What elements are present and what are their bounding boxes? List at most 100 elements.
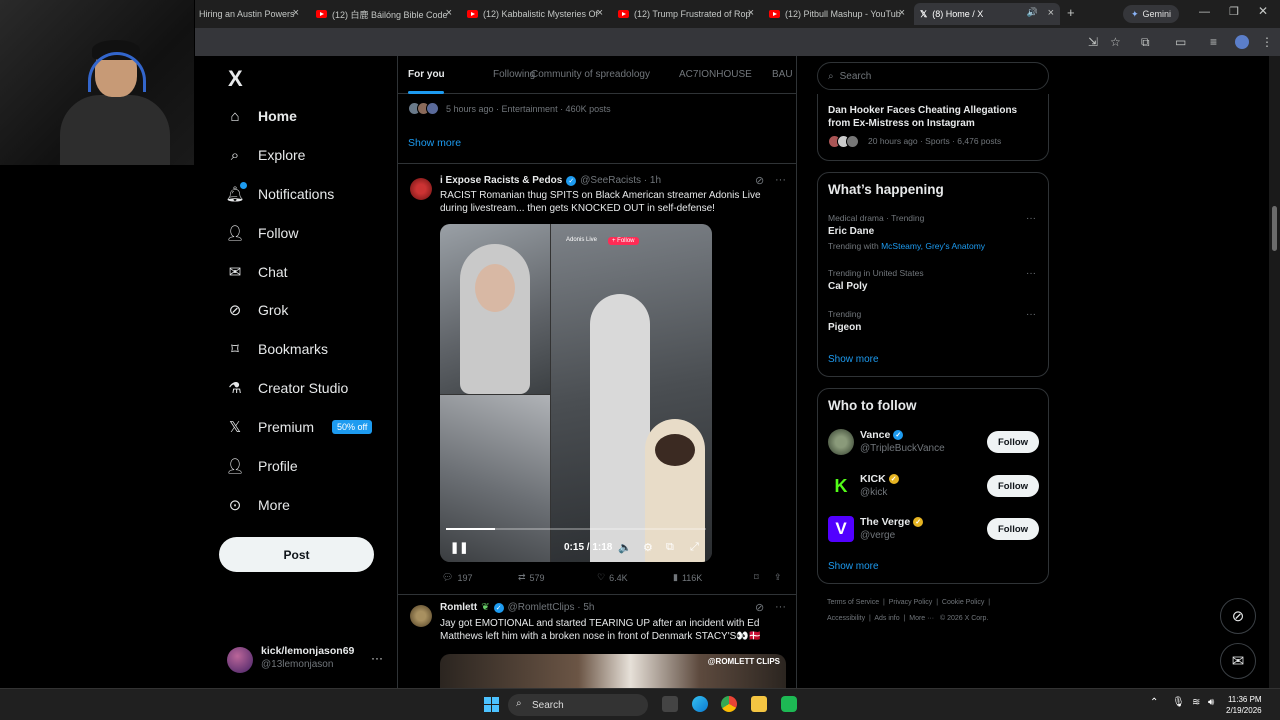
more-icon[interactable]: ··· (775, 174, 786, 186)
file-explorer-icon[interactable] (751, 696, 767, 712)
nav-item-chat[interactable]: ✉ Chat (226, 260, 288, 284)
trend-name[interactable]: Cal Poly (828, 281, 867, 292)
account-name[interactable]: The Verge ✓ (860, 516, 924, 528)
tweet-video[interactable]: Adonis Live + Follow ❚❚ 0:15 / 1:18 🔈 ⚙ … (440, 224, 712, 562)
nav-item-premium[interactable]: 𝕏 Premium 50% off (226, 415, 373, 439)
scrollbar-thumb[interactable] (1272, 206, 1277, 251)
footer-link[interactable]: Privacy Policy (889, 599, 933, 606)
like-button[interactable]: ♡ 6.4K (597, 572, 628, 583)
grok-fab-icon[interactable]: ⊘ (1220, 598, 1256, 634)
menu-icon[interactable]: ⋮ (1261, 35, 1273, 49)
tweet-author[interactable]: Romlett (440, 602, 477, 613)
nav-item-grok[interactable]: ⊘ Grok (226, 298, 289, 322)
install-icon[interactable]: ⇲ (1088, 35, 1098, 49)
volume-icon[interactable]: 🔊︎ (1208, 697, 1214, 708)
nav-item-follow[interactable]: 👤︎ Follow (225, 221, 298, 245)
more-icon[interactable]: ··· (1026, 309, 1036, 320)
trend-card[interactable]: Dan Hooker Faces Cheating Allegations fr… (817, 94, 1049, 161)
chrome-icon[interactable] (721, 696, 737, 712)
pip-icon[interactable]: ⧉ (666, 541, 674, 554)
nav-item-notifications[interactable]: 🔔︎ Notifications (225, 182, 334, 206)
tray-chevron-icon[interactable]: ⌃ (1150, 697, 1158, 708)
nav-item-bookmarks[interactable]: ⌑ Bookmarks (226, 337, 328, 361)
share-icon[interactable]: ⇪ (774, 572, 782, 583)
post-button[interactable]: Post (219, 537, 374, 572)
taskbar-clock[interactable]: 11:36 PM 2/19/2026 (1226, 694, 1262, 716)
volume-icon[interactable]: 🔈 (618, 541, 632, 554)
gemini-button[interactable]: ✦ Gemini (1123, 5, 1180, 23)
media-icon[interactable]: ≡ (1210, 35, 1217, 49)
tab-ac7ionhouse[interactable]: AC7IONHOUSE (679, 69, 752, 80)
footer-link[interactable]: Cookie Policy (942, 599, 984, 606)
task-view-icon[interactable] (662, 696, 678, 712)
more-icon[interactable]: ··· (1026, 213, 1036, 224)
grok-icon[interactable]: ⊘ (755, 601, 764, 614)
tweet-handle[interactable]: @SeeRacists · 1h (580, 175, 661, 186)
reply-button[interactable]: 💬︎ 197 (442, 572, 472, 583)
close-icon[interactable]: × (1048, 7, 1054, 19)
nav-item-more[interactable]: ⊙ More (226, 493, 290, 517)
profile-avatar[interactable] (1235, 35, 1249, 49)
app-icon[interactable] (781, 696, 797, 712)
show-more-link[interactable]: Show more (408, 137, 461, 149)
extensions-icon[interactable]: ⧉ (1141, 35, 1150, 50)
nav-item-creator-studio[interactable]: ⚗ Creator Studio (226, 376, 348, 400)
footer-link[interactable]: Accessibility (827, 615, 865, 622)
close-icon[interactable]: × (748, 7, 754, 19)
avatar[interactable] (828, 429, 854, 455)
close-icon[interactable]: × (899, 7, 905, 19)
tab-for-you[interactable]: For you (408, 69, 445, 80)
nav-item-explore[interactable]: ⌕ Explore (226, 143, 306, 167)
footer-link[interactable]: Terms of Service (827, 599, 879, 606)
grok-icon[interactable]: ⊘ (755, 174, 764, 187)
video-progress-bar[interactable] (446, 528, 706, 530)
page-scrollbar[interactable] (1269, 56, 1280, 688)
close-icon[interactable]: × (597, 7, 603, 19)
nav-item-home[interactable]: ⌂ Home (226, 104, 296, 128)
browser-tab[interactable]: (12) Trump Frustrated of Rop × (612, 3, 760, 25)
tweet-handle[interactable]: @RomlettClips · 5h (508, 602, 595, 613)
account-switcher[interactable]: kick/lemonjason69 @13lemonjason ··· (227, 645, 387, 677)
footer-link[interactable]: More ··· (909, 615, 934, 622)
nav-item-profile[interactable]: 👤︎ Profile (225, 454, 297, 478)
pause-icon[interactable]: ❚❚ (450, 541, 468, 554)
views-button[interactable]: ▮ 116K (673, 572, 702, 583)
verge-logo-icon[interactable]: V (828, 516, 854, 542)
browser-tab[interactable]: Hiring an Austin Powers × (193, 3, 305, 25)
follow-button[interactable]: Follow (987, 475, 1039, 497)
browser-tab[interactable]: (12) Pitbull Mashup - YouTub × (763, 3, 911, 25)
tab-community[interactable]: Community of spreadology (531, 69, 650, 80)
minimize-icon[interactable]: — (1199, 6, 1210, 18)
fullscreen-icon[interactable]: ⤢ (690, 541, 699, 554)
more-icon[interactable]: ··· (775, 601, 786, 613)
trend-extra-link[interactable]: McSteamy, Grey's Anatomy (881, 241, 985, 251)
tweet-author[interactable]: i Expose Racists & Pedos (440, 175, 562, 186)
show-more-link[interactable]: Show more (828, 354, 879, 365)
trend-name[interactable]: Eric Dane (828, 226, 874, 237)
messages-fab-icon[interactable]: ✉ (1220, 643, 1256, 679)
repost-button[interactable]: ⇄ 579 (518, 572, 545, 583)
close-icon[interactable]: × (446, 7, 452, 19)
x-logo-icon[interactable]: X (228, 66, 243, 92)
avatar[interactable] (410, 178, 432, 200)
more-icon[interactable]: ··· (1026, 268, 1036, 279)
search-input[interactable]: ⌕ Search (817, 62, 1049, 90)
tweet-image[interactable]: @ROMLETT CLIPS (440, 654, 786, 688)
tab-bau[interactable]: BAU (772, 69, 793, 80)
avatar[interactable] (410, 605, 432, 627)
taskbar-search[interactable]: ⌕ Search (508, 694, 648, 716)
browser-tab-active[interactable]: 𝕏 (8) Home / X 🔊 × (914, 3, 1060, 25)
close-icon[interactable]: × (293, 7, 299, 19)
show-more-link[interactable]: Show more (828, 561, 879, 572)
account-name[interactable]: KICK ✓ (860, 473, 899, 485)
follow-button[interactable]: Follow (987, 431, 1039, 453)
follow-button[interactable]: Follow (987, 518, 1039, 540)
browser-tab[interactable]: (12) Kabbalistic Mysteries Of × (461, 3, 609, 25)
bookmark-icon[interactable]: ⌑ (754, 572, 759, 583)
maximize-icon[interactable]: ❐ (1229, 5, 1239, 18)
tab-following[interactable]: Following (493, 69, 535, 80)
footer-link[interactable]: Ads info (874, 615, 899, 622)
windows-start-icon[interactable] (484, 697, 499, 712)
mic-icon[interactable]: 🎙︎ (1172, 697, 1185, 708)
wifi-icon[interactable]: ≋ (1192, 697, 1200, 708)
